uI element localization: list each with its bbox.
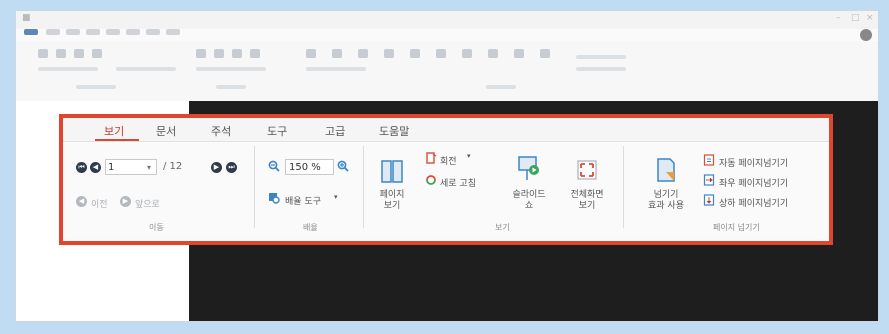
next-page-icon[interactable]: ▶ (211, 162, 222, 173)
page-view-label-line2: 보기 (383, 201, 401, 211)
page-turn-effect-icon[interactable] (656, 158, 676, 182)
ribbon-tabs: 보기 문서 주석 도구 고급 도움말 (63, 118, 829, 142)
chevron-down-icon[interactable]: ▾ (147, 163, 151, 172)
zoom-tool-dropdown-icon[interactable]: ▾ (334, 193, 338, 201)
group-divider (623, 146, 624, 228)
up-down-page-turn-icon[interactable] (703, 194, 715, 206)
group-divider (254, 146, 255, 228)
minimize-icon[interactable]: – (836, 13, 841, 23)
forward-icon[interactable]: ▶ (120, 196, 131, 207)
slideshow-label-line1: 슬라이드 (512, 190, 546, 200)
rotate-icon[interactable] (425, 152, 437, 164)
tab-view[interactable]: 보기 (104, 123, 124, 139)
fullscreen-label-line2: 보기 (578, 201, 596, 211)
page-turn-effect-button[interactable]: 넘기기 효과 사용 (637, 190, 695, 212)
vertical-refresh-button[interactable]: 세로 고침 (440, 176, 476, 189)
fullscreen-label-line1: 전체화면 (570, 190, 604, 200)
slideshow-button[interactable]: 슬라이드 쇼 (507, 190, 551, 212)
slideshow-icon[interactable] (518, 156, 540, 182)
zoom-tool-button[interactable]: 배율 도구 (285, 194, 321, 207)
page-turn-group-label: 페이지 넘기기 (713, 223, 760, 232)
zoom-level-input[interactable] (285, 159, 334, 175)
fullscreen-button[interactable]: 전체화면 보기 (565, 190, 609, 212)
page-turn-effect-line2: 효과 사용 (648, 201, 684, 211)
page-turn-effect-line1: 넘기기 (653, 190, 679, 200)
menu-strip (16, 29, 878, 41)
first-page-icon[interactable]: ⏮ (76, 162, 87, 173)
view-group-label: 보기 (495, 223, 510, 232)
fullscreen-icon[interactable] (577, 160, 597, 180)
left-right-page-turn-icon[interactable] (703, 174, 715, 186)
page-view-icon[interactable] (381, 160, 403, 184)
previous-page-icon[interactable]: ◀ (90, 162, 101, 173)
auto-page-turn-icon[interactable] (703, 154, 715, 166)
active-tab-underline (95, 139, 139, 141)
page-view-button[interactable]: 페이지 보기 (375, 190, 409, 212)
tab-help[interactable]: 도움말 (379, 123, 409, 139)
navigation-group-label: 이동 (149, 223, 164, 232)
tab-document[interactable]: 문서 (156, 123, 176, 139)
left-right-page-turn-button[interactable]: 좌우 페이지넘기기 (719, 176, 788, 189)
zoom-out-icon[interactable] (268, 160, 280, 172)
tab-tools[interactable]: 도구 (267, 123, 287, 139)
background-ribbon (16, 41, 878, 102)
zoom-in-icon[interactable] (337, 160, 349, 172)
back-icon[interactable]: ◀ (76, 196, 87, 207)
tab-advanced[interactable]: 고급 (325, 123, 345, 139)
zoomed-ribbon-highlight: 보기 문서 주석 도구 고급 도움말 ⏮ ◀ ▾ / 12 ▶ ⏭ ◀ 이전 ▶… (59, 114, 833, 245)
last-page-icon[interactable]: ⏭ (226, 162, 237, 173)
rotate-button[interactable]: 회전 (440, 154, 457, 167)
forward-button[interactable]: 앞으로 (135, 197, 160, 210)
refresh-icon[interactable] (425, 174, 437, 186)
auto-page-turn-button[interactable]: 자동 페이지넘기기 (719, 156, 788, 169)
title-bar: ■ – □ × (16, 11, 878, 29)
total-pages: / 12 (163, 161, 183, 172)
zoom-tool-icon[interactable] (268, 192, 280, 204)
close-icon[interactable]: × (866, 13, 874, 23)
slideshow-label-line2: 쇼 (524, 201, 534, 211)
group-divider (363, 146, 364, 228)
maximize-icon[interactable]: □ (851, 13, 860, 23)
tab-annotation[interactable]: 주석 (211, 123, 231, 139)
app-icon: ■ (22, 13, 31, 23)
back-button[interactable]: 이전 (91, 197, 108, 210)
rotate-dropdown-icon[interactable]: ▾ (467, 152, 471, 160)
zoom-group-label: 배율 (303, 223, 318, 232)
page-view-label-line1: 페이지 (379, 190, 405, 200)
up-down-page-turn-button[interactable]: 상하 페이지넘기기 (719, 196, 788, 209)
